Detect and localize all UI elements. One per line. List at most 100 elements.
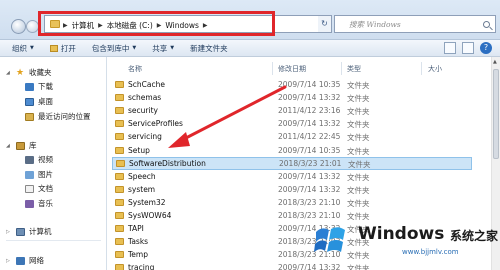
file-date: 2011/4/12 23:16 [278,106,341,116]
folder-icon [115,172,124,180]
file-name: System32 [128,197,166,207]
watermark: Windows 系统之家 www.bjjmlv.com [302,210,500,270]
preview-pane-icon[interactable] [462,42,474,54]
column-divider[interactable] [421,62,422,75]
table-row[interactable]: servicing 2011/4/12 22:45 文件夹 [108,130,500,143]
nav-item-label: 图片 [38,170,53,179]
nav-item-documents[interactable]: 文档 [25,183,53,194]
column-divider[interactable] [272,62,273,75]
folder-icon [115,146,124,154]
windows-logo-icon [314,227,345,252]
column-date[interactable]: 修改日期 [278,64,306,74]
pictures-icon [25,170,34,179]
share-button[interactable]: 共享 ▼ [144,43,182,54]
search-icon[interactable] [483,21,490,28]
file-name: Setup [128,145,150,155]
chevron-down-icon: ▼ [132,45,137,51]
chevron-down-icon[interactable]: ▷ [6,229,12,235]
table-row[interactable]: schemas 2009/7/14 13:32 文件夹 [108,91,500,104]
table-row[interactable]: SchCache 2009/7/14 10:35 文件夹 [108,78,500,91]
scroll-thumb[interactable] [493,69,499,159]
file-date: 2009/7/14 10:35 [278,80,341,89]
navigation-pane: ◢ ★ 收藏夹 下载 桌面 最近访问的位置 ◢ 库 视频 图片 文档 音乐 ▷ … [0,57,107,270]
nav-libraries[interactable]: ◢ 库 [6,140,37,151]
network-icon [16,256,25,265]
table-row[interactable]: Speech 2009/7/14 13:32 文件夹 [108,170,500,183]
nav-item-desktop[interactable]: 桌面 [25,96,53,107]
table-row[interactable]: system 2009/7/14 13:32 文件夹 [108,183,500,196]
nav-item-music[interactable]: 音乐 [25,198,53,209]
toolbar-right: ? [444,42,492,54]
back-button[interactable] [11,19,26,34]
music-icon [25,199,34,208]
column-headers: 名称 修改日期 类型 大小 [108,62,500,75]
refresh-button[interactable]: ↻ [318,15,332,33]
table-row[interactable]: ServiceProfiles 2009/7/14 13:32 文件夹 [108,117,500,130]
file-date: 2009/7/14 10:35 [278,145,341,155]
nav-item-label: 下载 [38,82,53,91]
file-name: system [128,184,156,194]
new-folder-button[interactable]: 新建文件夹 [182,43,236,54]
chevron-down-icon[interactable]: ◢ [6,143,12,149]
include-library-button[interactable]: 包含到库中 ▼ [84,43,144,54]
folder-icon [115,251,124,259]
download-icon [25,82,34,91]
file-type: 文件夹 [347,120,370,130]
folder-icon [115,238,124,246]
column-type[interactable]: 类型 [347,64,361,74]
watermark-url: www.bjjmlv.com [402,248,459,256]
chevron-right-icon[interactable]: ▷ [6,258,12,264]
help-icon[interactable]: ? [480,42,492,54]
table-row[interactable]: SoftwareDistribution 2018/3/23 21:01 文件夹 [112,156,472,170]
folder-icon [115,94,124,102]
desktop-icon [25,97,34,106]
organize-button[interactable]: 组织 ▼ [0,43,42,54]
search-input[interactable]: 搜索 Windows [334,15,496,33]
file-name: servicing [128,132,162,142]
nav-item-downloads[interactable]: 下载 [25,81,53,92]
documents-icon [25,184,34,193]
nav-favorites[interactable]: ◢ ★ 收藏夹 [6,67,52,78]
table-row[interactable]: System32 2018/3/23 21:10 文件夹 [108,196,500,209]
folder-icon [116,159,125,167]
file-type: 文件夹 [347,146,370,156]
file-type: 文件夹 [347,94,370,104]
folder-icon [115,120,124,128]
file-name: security [128,106,158,116]
file-name: schemas [128,93,162,103]
table-row[interactable]: security 2011/4/12 23:16 文件夹 [108,104,500,117]
column-name[interactable]: 名称 [128,64,142,74]
file-name: Tasks [128,237,149,247]
nav-item-label: 视频 [38,155,53,164]
file-type: 文件夹 [347,172,370,182]
open-button[interactable]: 打开 [42,43,84,54]
folder-icon [115,81,124,88]
file-name: SoftwareDistribution [129,158,206,168]
folder-icon [115,185,124,193]
file-date: 2018/3/23 21:01 [279,158,342,168]
nav-item-videos[interactable]: 视频 [25,154,53,165]
share-label: 共享 [152,43,168,53]
library-icon [16,141,25,150]
nav-item-pictures[interactable]: 图片 [25,169,53,180]
view-options-icon[interactable] [444,42,456,54]
chevron-down-icon[interactable]: ◢ [6,70,12,76]
file-date: 2011/4/12 22:45 [278,132,341,142]
command-bar: 组织 ▼ 打开 包含到库中 ▼ 共享 ▼ 新建文件夹 ? [0,40,500,57]
column-size[interactable]: 大小 [428,64,442,74]
file-type: 文件夹 [347,185,370,195]
recent-places-icon [25,112,34,121]
folder-icon [115,225,124,233]
nav-item-label: 最近访问的位置 [38,112,91,121]
table-row[interactable]: Setup 2009/7/14 10:35 文件夹 [108,144,500,157]
new-folder-label: 新建文件夹 [190,43,228,53]
file-name: tracing [128,263,155,270]
scroll-up-icon[interactable]: ▲ [493,59,497,65]
file-name: SysWOW64 [128,211,172,220]
column-divider[interactable] [341,62,342,75]
file-name: Speech [128,171,156,181]
folder-icon [115,264,124,270]
nav-item-recent[interactable]: 最近访问的位置 [25,111,91,122]
nav-computer[interactable]: ▷ 计算机 [6,226,52,237]
nav-network[interactable]: ▷ 网络 [6,255,44,266]
